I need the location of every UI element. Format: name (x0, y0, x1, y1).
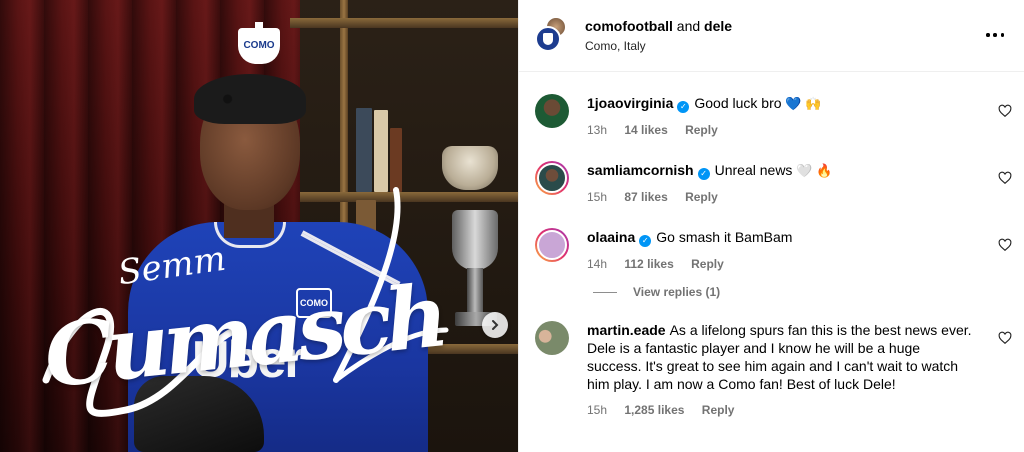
comments-list: 1joaovirginia ✓ Good luck bro 💙 🙌 13h 14 l… (519, 72, 1024, 419)
heart-icon[interactable] (998, 238, 1012, 252)
verified-badge-icon: ✓ (697, 168, 710, 180)
post-media[interactable]: COMO Uber COMO Semm Cumasch (0, 0, 518, 452)
comment-time[interactable]: 15h (587, 403, 607, 417)
reply-button[interactable]: Reply (691, 257, 724, 271)
comment-username[interactable]: martin.eade (587, 322, 666, 338)
comment-text: Unreal news (714, 162, 793, 178)
avatar[interactable] (535, 161, 569, 195)
author-link-dele[interactable]: dele (704, 18, 732, 34)
verified-badge-icon: ✓ (639, 235, 652, 247)
comment-item: olaaina ✓ Go smash it BamBam 14h 112 likes… (519, 228, 1024, 273)
comment-likes[interactable]: 87 likes (624, 190, 667, 204)
comment-username[interactable]: 1joaovirginia (587, 95, 673, 111)
post-viewer: COMO Uber COMO Semm Cumasch comofootball… (0, 0, 1024, 452)
avatar[interactable] (535, 228, 569, 262)
post-authors: comofootball and dele (585, 18, 733, 34)
author-link-comofootball[interactable]: comofootball (585, 18, 673, 34)
verified-badge-icon: ✓ (677, 101, 690, 113)
comment-item: 1joaovirginia ✓ Good luck bro 💙 🙌 13h 14 l… (519, 94, 1024, 139)
shelf (290, 18, 518, 28)
comment-emoji: 💙 🙌 (785, 96, 822, 111)
comment-likes[interactable]: 14 likes (624, 123, 667, 137)
avatar-comofootball[interactable] (535, 25, 561, 52)
reply-button[interactable]: Reply (702, 403, 735, 417)
reply-button[interactable]: Reply (685, 190, 718, 204)
avatar[interactable] (535, 94, 569, 128)
comment-text: Go smash it BamBam (656, 229, 793, 245)
collab-avatars[interactable] (535, 15, 571, 56)
club-logo: COMO (238, 22, 280, 66)
comment-time[interactable]: 15h (587, 190, 607, 204)
post-header: comofootball and dele Como, Italy (519, 0, 1024, 72)
replies-divider-line (593, 291, 617, 293)
comment-username[interactable]: olaaina (587, 229, 635, 245)
reply-button[interactable]: Reply (685, 123, 718, 137)
comment-likes[interactable]: 1,285 likes (624, 403, 684, 417)
avatar[interactable] (535, 321, 569, 355)
hair (194, 74, 306, 124)
view-replies-button[interactable]: View replies (1) (519, 285, 1024, 299)
comment-username[interactable]: samliamcornish (587, 162, 694, 178)
comment-time[interactable]: 14h (587, 257, 607, 271)
comment-likes[interactable]: 112 likes (624, 257, 673, 271)
comment-time[interactable]: 13h (587, 123, 607, 137)
comment-emoji: 🤍 🔥 (796, 163, 833, 178)
comment-text: Good luck bro (694, 95, 782, 111)
heart-icon[interactable] (998, 331, 1012, 345)
next-slide-button[interactable] (482, 312, 508, 338)
comment-item: samliamcornish ✓ Unreal news 🤍 🔥 15h 87 li… (519, 161, 1024, 206)
more-options-icon[interactable] (986, 26, 1004, 44)
heart-icon[interactable] (998, 171, 1012, 185)
chevron-right-icon (492, 320, 499, 330)
comment-item: martin.eade As a lifelong spurs fan this … (519, 321, 1024, 419)
heart-icon[interactable] (998, 104, 1012, 118)
post-details-panel: comofootball and dele Como, Italy 1joaov… (518, 0, 1024, 452)
location-link[interactable]: Como, Italy (585, 39, 732, 53)
